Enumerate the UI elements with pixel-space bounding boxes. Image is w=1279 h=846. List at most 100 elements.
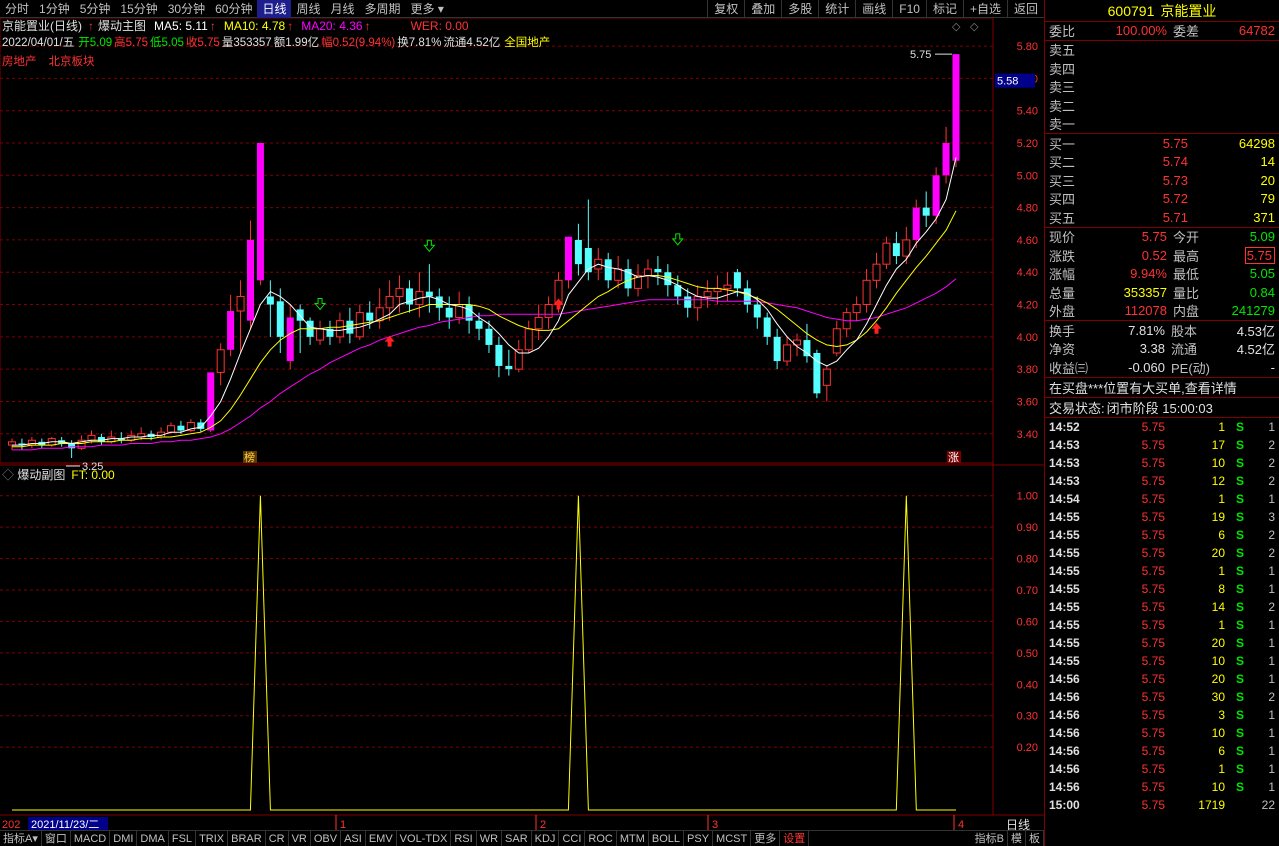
indicator-tab-1[interactable]: 窗口: [42, 830, 71, 846]
timeframe-tab-4[interactable]: 30分钟: [163, 0, 210, 18]
close-panel-icon[interactable]: ◇: [970, 21, 979, 33]
tabbar-right-1[interactable]: 模: [1008, 830, 1026, 846]
bid-row-2[interactable]: 买三 5.73 20: [1045, 171, 1279, 190]
timeframe-tab-6[interactable]: 日线: [257, 0, 292, 18]
candle-body: [177, 425, 185, 431]
bid-row-0[interactable]: 买一 5.75 64298: [1045, 134, 1279, 153]
timeframe-tab-9[interactable]: 多周期: [360, 0, 406, 18]
bid-label: 买二: [1049, 155, 1076, 171]
indicator-tab-5[interactable]: FSL: [169, 830, 197, 846]
tick-count: 1: [1268, 563, 1275, 578]
candle-50: [505, 349, 513, 376]
indicator-tab-3[interactable]: DMI: [110, 830, 138, 846]
indicator-tab-25[interactable]: 设置: [780, 830, 810, 846]
indicator-tab-24[interactable]: 更多: [751, 830, 781, 846]
candle-31: [316, 320, 325, 345]
indicator-tab-23[interactable]: MCST: [713, 830, 752, 846]
indicator-tab-0[interactable]: 指标A▾: [0, 830, 42, 846]
sub-indicator-name[interactable]: 爆动副图: [17, 468, 65, 482]
timeframe-tab-3[interactable]: 15分钟: [115, 0, 162, 18]
timeframe-tab-0[interactable]: 分时: [0, 0, 34, 18]
timeframe-tab-1[interactable]: 1分钟: [34, 0, 75, 18]
toolbar-button-6[interactable]: 标记: [925, 0, 963, 18]
toolbar-button-1[interactable]: 叠加: [744, 0, 781, 18]
indicator-tab-19[interactable]: ROC: [585, 830, 617, 846]
indicator-tab-7[interactable]: BRAR: [228, 830, 266, 846]
ask-row-3[interactable]: 卖二: [1045, 96, 1279, 115]
bid-row-4[interactable]: 买五 5.71 371: [1045, 208, 1279, 227]
indicator-arrow-icon[interactable]: ↑: [88, 19, 94, 33]
indicator-tab-17[interactable]: KDJ: [532, 830, 560, 846]
indicator-tab-13[interactable]: VOL-TDX: [397, 830, 452, 846]
candle-body: [485, 328, 493, 345]
big-order-banner[interactable]: 在买盘***位置有大买单,查看详情: [1045, 378, 1279, 398]
diamond-option-icon[interactable]: ◇: [952, 21, 961, 33]
candle-body: [942, 143, 950, 176]
candle-52: [524, 320, 533, 353]
indicator-tab-4[interactable]: DMA: [137, 830, 169, 846]
candle-body: [335, 320, 344, 338]
indicator-tab-18[interactable]: CCI: [559, 830, 586, 846]
indicator-tab-22[interactable]: PSY: [684, 830, 714, 846]
ask-row-2[interactable]: 卖三: [1045, 78, 1279, 97]
indicator-tab-12[interactable]: EMV: [366, 830, 397, 846]
timeframe-tab-8[interactable]: 月线: [326, 0, 360, 18]
timeframe-tab-5[interactable]: 60分钟: [210, 0, 257, 18]
toolbar-button-7[interactable]: +自选: [962, 0, 1007, 18]
candle-40: [405, 280, 413, 313]
indicator-tab-8[interactable]: CR: [266, 830, 289, 846]
tick-price: 5.75: [1141, 797, 1165, 812]
toolbar-button-4[interactable]: 画线: [855, 0, 892, 18]
sector-tag-1[interactable]: 房地产: [2, 54, 37, 68]
indicator-tab-11[interactable]: ASI: [341, 830, 366, 846]
main-indicator-name[interactable]: 爆动主图: [98, 19, 146, 33]
indicator-tab-2[interactable]: MACD: [71, 830, 111, 846]
ask-label: 卖二: [1049, 98, 1076, 114]
ask-row-4[interactable]: 卖一: [1045, 115, 1279, 134]
indicator-tab-20[interactable]: MTM: [617, 830, 649, 846]
sector-tag-2[interactable]: 北京板块: [49, 54, 95, 68]
candle-83: [832, 320, 841, 357]
indicator-tab-10[interactable]: OBV: [311, 830, 342, 846]
toolbar-button-0[interactable]: 复权: [707, 0, 744, 18]
tick-price: 5.75: [1141, 725, 1165, 740]
xaxis-period[interactable]: 日线: [1006, 818, 1030, 830]
candle-body: [733, 272, 741, 289]
timeframe-tab-10[interactable]: 更多 ▾: [406, 0, 449, 18]
indicator-tab-14[interactable]: RSI: [451, 830, 477, 846]
bid-row-3[interactable]: 买四 5.72 79: [1045, 190, 1279, 209]
toolbar-button-5[interactable]: F10: [892, 0, 926, 18]
tick-row: 14:55 5.75 20 S 2: [1045, 544, 1279, 562]
toolbar-button-3[interactable]: 统计: [818, 0, 855, 18]
indicator-tab-9[interactable]: VR: [289, 830, 311, 846]
stat-value: 5.05: [1249, 266, 1275, 282]
bid-label: 买三: [1049, 173, 1076, 189]
timeframe-tab-7[interactable]: 周线: [291, 0, 325, 18]
indicator-tabbar: 指标A▾ 窗口 MACD DMI DMA FSL TRIX BRAR CR VR OBV ASI EMV…: [0, 830, 1044, 846]
bid-row-1[interactable]: 买二 5.74 14: [1045, 153, 1279, 172]
indicator-tab-15[interactable]: WR: [477, 830, 503, 846]
tick-direction: S: [1235, 743, 1244, 758]
ask-row-1[interactable]: 卖四: [1045, 59, 1279, 78]
indicator-tab-16[interactable]: SAR: [502, 830, 532, 846]
ask-row-0[interactable]: 卖五: [1045, 41, 1279, 60]
chart-area[interactable]: 3.40 3.60 3.80 4.00 4.20 4.40 4.60 4.80 5.00 5.20…: [0, 18, 1044, 830]
candle-body: [435, 296, 443, 308]
candle-body: [276, 301, 284, 337]
timeframe-tab-2[interactable]: 5分钟: [75, 0, 116, 18]
indicator-tab-21[interactable]: BOLL: [649, 830, 685, 846]
tick-list[interactable]: 14:52 5.75 1 S 1 14:53 5.75 17 S 2 14:53 5.75 10 S 2 14…: [1045, 418, 1279, 814]
toolbar-button-8[interactable]: 返回: [1006, 0, 1044, 18]
info-sector[interactable]: 全国地产: [504, 35, 550, 49]
tabbar-right-0[interactable]: 指标B: [972, 830, 1008, 846]
xaxis-month-0: 1: [340, 819, 346, 830]
ma10-line: [12, 210, 957, 448]
sub-options-icon[interactable]: ◇: [2, 468, 17, 482]
sub-ytick-6: 0.80: [1017, 554, 1038, 566]
tick-price: 5.75: [1141, 509, 1165, 524]
tabbar-right-2[interactable]: 板: [1026, 830, 1044, 846]
indicator-tab-6[interactable]: TRIX: [196, 830, 229, 846]
candle-body: [227, 311, 235, 350]
fin-label: 股本: [1171, 323, 1198, 339]
toolbar-button-2[interactable]: 多股: [781, 0, 818, 18]
